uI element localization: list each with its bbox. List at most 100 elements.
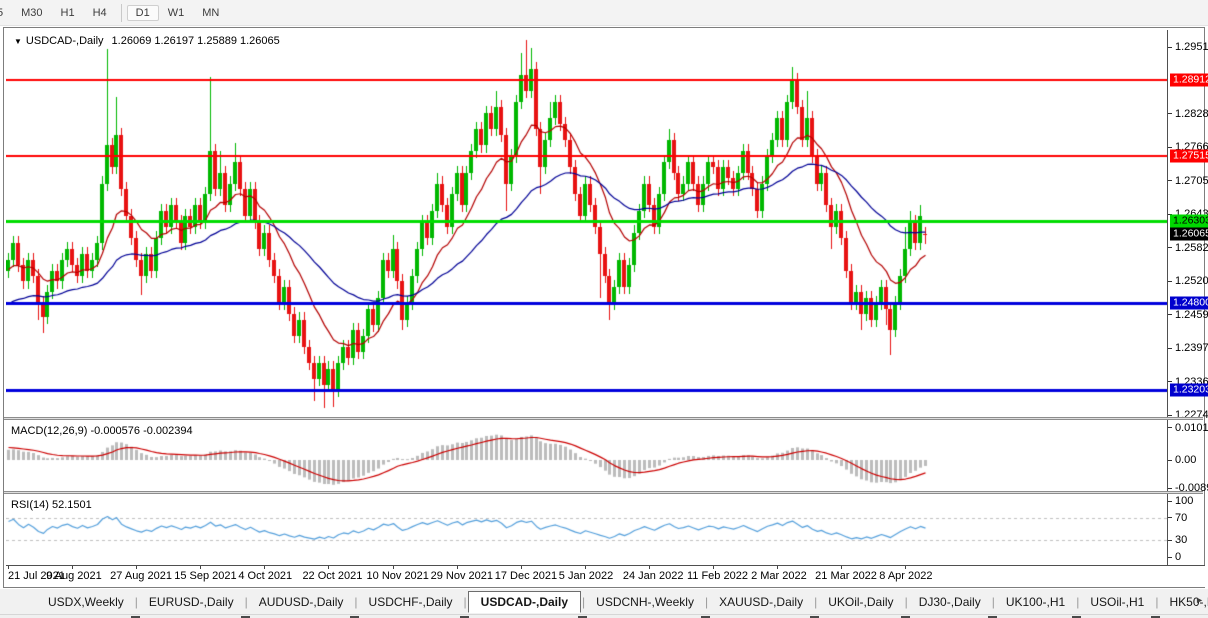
date-axis-tick	[841, 566, 843, 569]
timeframe-button-mn[interactable]: MN	[193, 5, 228, 21]
price-badge-support-upper: 1.24800	[1170, 296, 1208, 310]
macd-values: -0.000576 -0.002394	[90, 425, 193, 437]
symbol-dropdown-icon[interactable]: ▼	[14, 37, 22, 46]
chart-tab-audusd[interactable]: AUDUSD-,Daily	[249, 592, 354, 612]
toolbar-separator	[120, 3, 122, 22]
rsi-value: 52.1501	[51, 499, 92, 511]
date-axis[interactable]: 21 Jul 2021 9 Aug 2021 27 Aug 2021 15 Sep 2…	[6, 565, 1205, 587]
timeframe-button-h1[interactable]: H1	[52, 5, 84, 21]
macd-axis-tick	[1168, 459, 1172, 461]
tab-scroll-right-icon[interactable]: ►	[1195, 595, 1204, 605]
price-tick-label: 1.25820	[1175, 241, 1208, 254]
chart-ohlc-values: 1.26069 1.26197 1.25889 1.26065	[111, 35, 280, 47]
date-axis-tick	[136, 566, 138, 569]
rsi-axis-tick	[1168, 556, 1172, 558]
rsi-tick-label: 30	[1175, 534, 1188, 547]
macd-axis-tick	[1168, 487, 1172, 489]
price-axis-tick	[1168, 247, 1172, 249]
chart-tab-usdx[interactable]: USDX,Weekly	[38, 592, 134, 612]
price-chart-canvas[interactable]	[6, 30, 1167, 565]
chart-tab-usdchf[interactable]: USDCHF-,Daily	[359, 592, 463, 612]
chart-window: ▼ USDCAD-,Daily 1.26069 1.26197 1.25889 1.…	[3, 27, 1208, 588]
bottom-strip	[0, 614, 1208, 618]
price-axis-tick	[1168, 314, 1172, 316]
price-axis-tick	[1168, 381, 1172, 383]
date-tick-label: 9 Aug 2021	[46, 570, 102, 582]
price-axis-tick	[1168, 46, 1172, 48]
timeframe-button-w1[interactable]: W1	[159, 5, 194, 21]
timeframe-button-d1[interactable]: D1	[126, 4, 159, 21]
date-tick-label: 21 Mar 2022	[815, 570, 877, 582]
price-axis-tick	[1168, 146, 1172, 148]
date-axis-tick	[72, 566, 74, 569]
mt4-terminal: 5 M30 H1 H4 D1 W1 MN ▼ USDCAD-,Daily 1.26069 1.2…	[0, 0, 1208, 618]
rsi-axis-tick	[1168, 517, 1172, 519]
date-axis-tick	[905, 566, 907, 569]
date-axis-tick	[456, 566, 458, 569]
macd-tick-label: 0.010127	[1175, 421, 1208, 434]
price-badge-current-price: 1.26065	[1170, 227, 1208, 241]
date-tick-label: 8 Apr 2022	[879, 570, 933, 582]
date-tick-label: 27 Aug 2021	[110, 570, 172, 582]
timeframe-button-5[interactable]: 5	[0, 5, 12, 21]
price-badge-resistance-lower: 1.27515	[1170, 149, 1208, 163]
chart-tab-usdcad[interactable]: USDCAD-,Daily	[467, 590, 582, 613]
price-axis-tick	[1168, 113, 1172, 115]
price-axis[interactable]: 1.295101.282801.276651.270501.264351.258…	[1167, 30, 1208, 565]
price-badge-support-lower: 1.23203	[1170, 383, 1208, 397]
date-tick-label: 11 Feb 2022	[686, 570, 748, 582]
price-tick-label: 1.27050	[1175, 174, 1208, 187]
chart-symbol-label: USDCAD-,Daily	[25, 35, 104, 47]
date-tick-label: 10 Nov 2021	[366, 570, 429, 582]
rsi-tick-label: 70	[1175, 511, 1188, 524]
price-axis-tick	[1168, 347, 1172, 349]
chart-title: ▼ USDCAD-,Daily 1.26069 1.26197 1.25889 1.…	[14, 35, 280, 47]
date-axis-tick	[712, 566, 714, 569]
date-tick-label: 24 Jan 2022	[622, 570, 684, 582]
date-axis-tick	[8, 566, 9, 569]
chart-tab-uk100[interactable]: UK100-,H1	[996, 592, 1075, 612]
price-axis-tick	[1168, 280, 1172, 282]
macd-name: MACD(12,26,9)	[11, 425, 88, 437]
date-tick-label: 29 Nov 2021	[430, 570, 494, 582]
macd-indicator-label: MACD(12,26,9) -0.000576 -0.002394	[11, 425, 193, 437]
chart-tab-eurusd[interactable]: EURUSD-,Daily	[139, 592, 244, 612]
date-axis-tick	[777, 566, 779, 569]
rsi-tick-label: 100	[1175, 495, 1194, 507]
chart-tabs-bar: USDX,Weekly | EURUSD-,Daily | AUDUSD-,Daily |…	[0, 589, 1208, 614]
chart-tab-dj30[interactable]: DJ30-,Daily	[909, 592, 991, 612]
date-tick-label: 17 Dec 2021	[494, 570, 558, 582]
timeframe-button-h4[interactable]: H4	[84, 5, 116, 21]
date-axis-tick	[200, 566, 202, 569]
date-tick-label: 15 Sep 2021	[174, 570, 237, 582]
timeframe-button-m30[interactable]: M30	[12, 5, 51, 21]
price-tick-label: 1.29510	[1175, 41, 1208, 53]
date-axis-tick	[520, 566, 522, 569]
date-tick-label: 5 Jan 2022	[558, 570, 614, 582]
price-tick-label: 1.23975	[1175, 342, 1208, 355]
price-badge-resistance-upper: 1.28912	[1170, 73, 1208, 87]
date-axis-tick	[584, 566, 586, 569]
price-badge-pivot-green: 1.26303	[1170, 214, 1208, 228]
rsi-pane-splitter[interactable]	[4, 491, 1203, 494]
price-tick-label: 1.25205	[1175, 275, 1208, 288]
timeframe-toolbar: 5 M30 H1 H4 D1 W1 MN	[0, 0, 1208, 26]
chart-tab-usoil[interactable]: USOil-,H1	[1080, 592, 1154, 612]
macd-pane-splitter[interactable]	[4, 417, 1203, 420]
price-axis-tick	[1168, 414, 1172, 416]
date-tick-label: 2 Mar 2022	[751, 570, 807, 582]
rsi-indicator-label: RSI(14) 52.1501	[11, 499, 92, 511]
chart-tab-usdcnh[interactable]: USDCNH-,Weekly	[586, 592, 704, 612]
date-tick-label: 4 Oct 2021	[238, 570, 293, 582]
price-axis-tick	[1168, 180, 1172, 182]
macd-axis-tick	[1168, 427, 1172, 429]
chart-tab-ukoil[interactable]: UKOil-,Daily	[818, 592, 903, 612]
chart-tab-xauusd[interactable]: XAUUSD-,Daily	[709, 592, 813, 612]
macd-tick-label: 0.00	[1175, 454, 1197, 466]
rsi-tick-label: 0	[1175, 551, 1182, 563]
rsi-axis-tick	[1168, 539, 1172, 541]
rsi-name: RSI(14)	[11, 499, 49, 511]
date-axis-tick	[264, 566, 266, 569]
rsi-axis-tick	[1168, 500, 1172, 502]
date-axis-tick	[328, 566, 330, 569]
